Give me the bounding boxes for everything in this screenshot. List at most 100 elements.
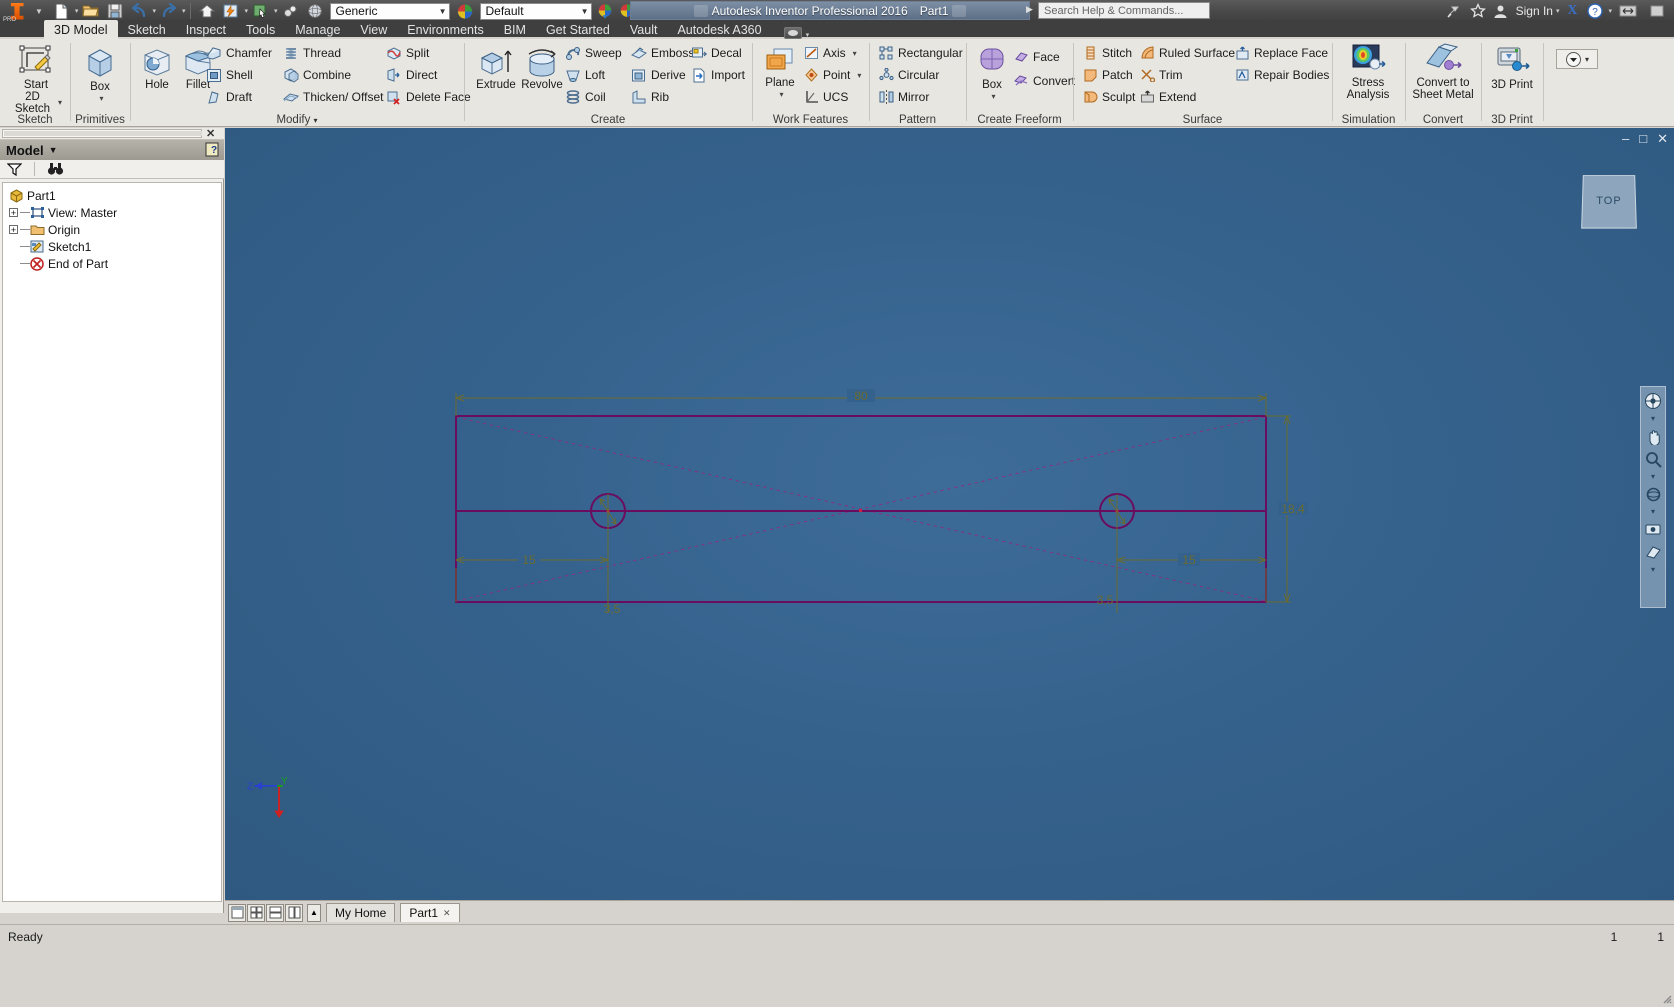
convert-to-sheet-metal-button[interactable]: Convert to Sheet Metal xyxy=(1409,43,1477,101)
mirror-button[interactable]: Mirror xyxy=(878,89,929,105)
grid-pane-icon[interactable] xyxy=(247,903,265,922)
thicken-offset-button[interactable]: Thicken/ Offset xyxy=(283,89,383,105)
satellite-icon[interactable] xyxy=(1445,1,1465,21)
ribbon-overflow-button[interactable]: ▾ xyxy=(1556,49,1598,69)
sphere-icon[interactable] xyxy=(304,1,326,21)
tab-inspect[interactable]: Inspect xyxy=(176,20,236,39)
dimension-right-hole-offset[interactable]: 15 xyxy=(1182,553,1196,567)
direct-button[interactable]: Direct xyxy=(386,67,437,83)
hsplit-icon[interactable] xyxy=(266,903,284,922)
measure-icon[interactable] xyxy=(280,1,302,21)
replace-face-button[interactable]: Replace Face xyxy=(1234,45,1328,61)
ribbon-overflow-caret-icon[interactable]: ▾ xyxy=(1585,55,1589,64)
rib-button[interactable]: Rib xyxy=(631,89,669,105)
resize-grip-icon[interactable] xyxy=(1658,990,1672,1004)
work-point-button[interactable]: Point ▾ xyxy=(803,67,861,83)
dimension-left-hole-diameter[interactable]: 3,5 xyxy=(604,602,621,616)
work-axis-caret-icon[interactable]: ▾ xyxy=(853,49,857,58)
home-icon[interactable] xyxy=(196,1,218,21)
loft-button[interactable]: Loft xyxy=(565,67,605,83)
title-overflow-arrow-icon[interactable]: ▶ xyxy=(1026,4,1033,15)
lightning-caret-icon[interactable]: ▾ xyxy=(244,7,248,15)
tab-sketch[interactable]: Sketch xyxy=(118,20,176,39)
graphics-canvas[interactable]: – □ ✕ TOP ▾ ▾ ▾ ▾ 80 18,4 15 15 3,5 3,5 … xyxy=(225,128,1674,900)
browser-horizontal-scrollbar[interactable]: ✕ xyxy=(0,128,224,140)
delete-face-button[interactable]: Delete Face xyxy=(386,89,471,105)
material-combo[interactable]: Generic ▼ xyxy=(329,2,450,20)
combine-button[interactable]: Combine xyxy=(283,67,351,83)
tree-node-view-master[interactable]: + View: Master xyxy=(5,204,221,221)
new-document-icon[interactable] xyxy=(51,1,73,21)
undo-arrow-icon[interactable] xyxy=(128,1,150,21)
model-tree[interactable]: Part1 + View: Master + Origin Sketch1 En… xyxy=(2,182,222,902)
patch-button[interactable]: Patch xyxy=(1082,67,1133,83)
hole-button[interactable]: Hole xyxy=(137,47,177,91)
single-pane-icon[interactable] xyxy=(228,903,246,922)
appearance-sphere-icon[interactable] xyxy=(595,1,617,21)
redo-caret-icon[interactable]: ▾ xyxy=(182,7,186,15)
sketch-drawing[interactable]: 80 18,4 15 15 3,5 3,5 xyxy=(225,128,1674,900)
vsplit-icon[interactable] xyxy=(285,903,303,922)
decal-button[interactable]: Decal xyxy=(691,45,742,61)
tab-view[interactable]: View xyxy=(350,20,397,39)
emboss-button[interactable]: Emboss xyxy=(631,45,694,61)
dimension-overall-height[interactable]: 18,4 xyxy=(1281,502,1305,516)
funnel-icon[interactable] xyxy=(4,161,24,177)
ruled-surface-button[interactable]: Ruled Surface xyxy=(1139,45,1235,61)
tab-3d-model[interactable]: 3D Model xyxy=(44,20,118,39)
new-document-caret-icon[interactable]: ▾ xyxy=(75,7,79,15)
tab-manage[interactable]: Manage xyxy=(285,20,350,39)
caret-up-icon[interactable]: ▲ xyxy=(307,903,321,922)
work-axis-button[interactable]: Axis ▾ xyxy=(803,45,857,61)
tree-expander-origin[interactable]: + xyxy=(9,225,18,234)
primitive-box-button[interactable]: Box ▾ xyxy=(79,45,121,105)
document-tab-part1[interactable]: Part1 ✕ xyxy=(400,903,460,922)
circular-pattern-button[interactable]: Circular xyxy=(878,67,939,83)
dimension-right-hole-diameter[interactable]: 3,5 xyxy=(1097,593,1114,607)
repair-bodies-button[interactable]: Repair Bodies xyxy=(1234,67,1329,83)
tree-node-sketch1[interactable]: Sketch1 xyxy=(5,238,221,255)
trim-button[interactable]: Trim xyxy=(1139,67,1183,83)
3d-print-button[interactable]: 3D Print xyxy=(1485,45,1539,91)
material-sphere-icon[interactable] xyxy=(454,1,476,21)
ucs-button[interactable]: UCS xyxy=(803,89,848,105)
select-caret-icon[interactable]: ▾ xyxy=(274,7,278,15)
work-plane-caret-icon[interactable]: ▾ xyxy=(779,89,783,101)
import-button[interactable]: Import xyxy=(691,67,745,83)
browser-title-caret-icon[interactable]: ▼ xyxy=(49,145,58,155)
select-box-icon[interactable] xyxy=(250,1,272,21)
primitive-box-caret-icon[interactable]: ▾ xyxy=(99,93,103,105)
tab-bim[interactable]: BIM xyxy=(494,20,536,39)
tree-node-end-of-part[interactable]: End of Part xyxy=(5,255,221,272)
tab-environments[interactable]: Environments xyxy=(397,20,493,39)
canvas-minimize-button[interactable]: – xyxy=(1622,131,1629,147)
coil-button[interactable]: Coil xyxy=(565,89,606,105)
lightning-icon[interactable] xyxy=(220,1,242,21)
dimension-left-hole-offset[interactable]: 15 xyxy=(522,553,536,567)
freeform-convert-button[interactable]: Convert xyxy=(1013,73,1075,89)
extend-button[interactable]: Extend xyxy=(1139,89,1196,105)
help-caret-icon[interactable]: ▾ xyxy=(1608,7,1612,15)
draft-button[interactable]: Draft xyxy=(206,89,252,105)
tree-expander-view-master[interactable]: + xyxy=(9,208,18,217)
appearance-combo[interactable]: Default ▼ xyxy=(479,2,592,20)
app-menu-caret-icon[interactable]: ▼ xyxy=(35,7,43,16)
help-icon[interactable]: ? xyxy=(1585,1,1605,21)
search-input[interactable]: Search Help & Commands... xyxy=(1038,2,1210,19)
close-browser-icon[interactable]: ✕ xyxy=(206,127,215,140)
tab-tools[interactable]: Tools xyxy=(236,20,285,39)
canvas-restore-button[interactable]: □ xyxy=(1639,131,1647,147)
open-folder-icon[interactable] xyxy=(80,1,102,21)
start-2d-sketch-button[interactable]: Start 2D Sketch ▾ xyxy=(10,45,62,115)
revolve-button[interactable]: Revolve xyxy=(518,47,566,91)
dimension-overall-width[interactable]: 80 xyxy=(854,389,868,403)
stitch-button[interactable]: Stitch xyxy=(1082,45,1132,61)
document-tab-my-home[interactable]: My Home xyxy=(326,903,396,922)
derive-button[interactable]: Derive xyxy=(631,67,686,83)
freeform-face-button[interactable]: Face xyxy=(1013,49,1060,65)
ribbon-display-caret-icon[interactable]: ▾ xyxy=(806,31,810,39)
browser-scroll-thumb[interactable] xyxy=(4,131,202,136)
browser-header[interactable]: Model ▼ ? xyxy=(0,140,224,160)
start-2d-sketch-caret-icon[interactable]: ▾ xyxy=(58,97,62,109)
redo-arrow-icon[interactable] xyxy=(158,1,180,21)
